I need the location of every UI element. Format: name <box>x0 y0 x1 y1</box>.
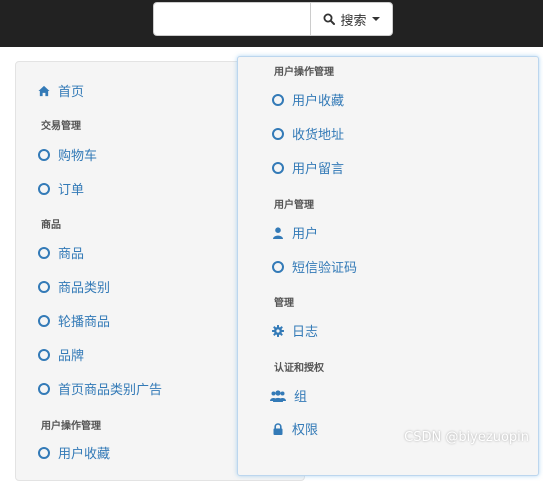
sidebar-item-label: 首页 <box>58 85 85 100</box>
menu-item-label: 收货地址 <box>292 128 345 143</box>
search-input[interactable] <box>153 2 310 36</box>
section-header-admin: 管理 <box>274 298 294 309</box>
menu-item-log[interactable]: 日志 <box>272 321 318 340</box>
circle-icon <box>38 182 50 195</box>
search-icon <box>323 13 336 25</box>
menu-item-label: 短信验证码 <box>292 261 358 276</box>
user-icon <box>272 226 284 239</box>
sidebar-item-label: 首页商品类别广告 <box>58 383 163 398</box>
sidebar-item-label: 品牌 <box>58 349 85 364</box>
menu-item-label: 日志 <box>292 325 319 340</box>
search-button[interactable]: 搜索 <box>310 2 393 36</box>
users-icon <box>270 389 286 402</box>
circle-icon <box>272 260 284 273</box>
dropdown-menu-panel: 用户操作管理 用户收藏 收货地址 用户留言 用户管理 用户 短信验证码 管理 日… <box>237 56 539 476</box>
sidebar-item-home[interactable]: 首页 <box>38 81 84 100</box>
menu-item-groups[interactable]: 组 <box>270 386 307 405</box>
search-button-label: 搜索 <box>340 13 367 29</box>
sidebar-item-home-category-ads[interactable]: 首页商品类别广告 <box>38 379 162 398</box>
menu-item-label: 用户留言 <box>292 162 345 177</box>
menu-item-permissions[interactable]: 权限 <box>272 419 318 438</box>
caret-down-icon <box>371 17 380 21</box>
menu-item-label: 权限 <box>292 423 319 438</box>
home-icon <box>38 85 50 97</box>
sidebar-item-label: 商品 <box>58 247 85 262</box>
sidebar-item-banner-goods[interactable]: 轮播商品 <box>38 311 110 330</box>
section-header-user-mgmt: 用户管理 <box>274 200 314 211</box>
menu-item-users[interactable]: 用户 <box>272 223 318 242</box>
gear-icon <box>272 324 284 337</box>
section-header-auth: 认证和授权 <box>274 363 324 374</box>
sidebar-item-favorites[interactable]: 用户收藏 <box>38 443 110 462</box>
circle-icon <box>38 148 50 161</box>
sidebar-item-label: 用户收藏 <box>58 447 111 462</box>
watermark: CSDN @biyezuopin <box>404 430 529 445</box>
circle-icon <box>38 246 50 259</box>
menu-item-favorites[interactable]: 用户收藏 <box>272 90 344 109</box>
sidebar-item-label: 订单 <box>58 183 85 198</box>
lock-icon <box>272 422 284 435</box>
top-navbar: 搜索 <box>0 0 543 47</box>
circle-icon <box>272 93 284 106</box>
section-header-goods: 商品 <box>41 220 61 231</box>
menu-item-sms-code[interactable]: 短信验证码 <box>272 257 357 276</box>
sidebar-item-label: 轮播商品 <box>58 315 111 330</box>
menu-item-label: 组 <box>294 390 308 405</box>
circle-icon <box>272 127 284 140</box>
sidebar-item-goods[interactable]: 商品 <box>38 243 84 262</box>
circle-icon <box>38 348 50 361</box>
circle-icon <box>38 446 50 459</box>
menu-item-addresses[interactable]: 收货地址 <box>272 124 344 143</box>
section-header-user-ops: 用户操作管理 <box>41 421 101 432</box>
section-header-user-ops: 用户操作管理 <box>274 67 334 78</box>
menu-item-label: 用户收藏 <box>292 94 345 109</box>
menu-item-messages[interactable]: 用户留言 <box>272 158 344 177</box>
menu-item-label: 用户 <box>292 227 319 242</box>
circle-icon <box>38 280 50 293</box>
sidebar-item-label: 购物车 <box>58 149 98 164</box>
circle-icon <box>272 161 284 174</box>
section-header-trade: 交易管理 <box>41 121 81 132</box>
sidebar-item-orders[interactable]: 订单 <box>38 179 84 198</box>
sidebar-item-label: 商品类别 <box>58 281 111 296</box>
sidebar-item-brand[interactable]: 品牌 <box>38 345 84 364</box>
sidebar-item-goods-category[interactable]: 商品类别 <box>38 277 110 296</box>
sidebar-item-cart[interactable]: 购物车 <box>38 145 97 164</box>
circle-icon <box>38 314 50 327</box>
circle-icon <box>38 382 50 395</box>
